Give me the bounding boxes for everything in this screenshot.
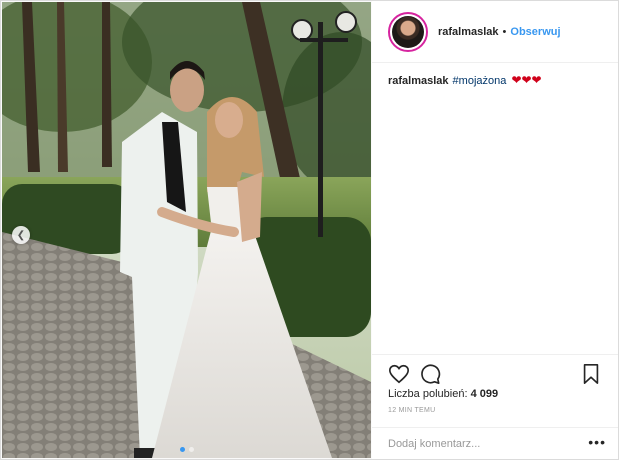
post-caption: rafalmaslak #mojażona ❤❤❤ xyxy=(388,73,608,88)
bookmark-icon[interactable] xyxy=(580,363,602,385)
action-bar xyxy=(388,363,602,387)
caption-username[interactable]: rafalmaslak xyxy=(388,75,449,87)
caption-hashtag[interactable]: #mojażona xyxy=(453,75,507,87)
likes-number: 4 099 xyxy=(470,388,499,400)
carousel-dot-active xyxy=(179,447,185,452)
header-username[interactable]: rafalmaslak xyxy=(438,26,499,38)
likes-label: Liczba polubień: xyxy=(388,388,468,400)
comment-section: ••• xyxy=(372,427,618,460)
post-header: rafalmaslak • Obserwuj xyxy=(372,1,618,63)
heart-emojis: ❤❤❤ xyxy=(511,73,542,87)
comment-icon[interactable] xyxy=(419,363,441,385)
comment-input[interactable] xyxy=(388,436,578,452)
avatar[interactable] xyxy=(388,11,428,52)
wedding-photo-illustration xyxy=(2,2,371,458)
follow-button[interactable]: Obserwuj xyxy=(510,26,560,38)
post-sidebar: rafalmaslak • Obserwuj rafalmaslak #mojaż… xyxy=(372,1,618,459)
heart-icon[interactable] xyxy=(388,363,410,385)
like-count[interactable]: Liczba polubień: 4 099 xyxy=(388,388,498,400)
carousel-prev-button[interactable]: ❮ xyxy=(12,226,30,244)
more-options-button[interactable]: ••• xyxy=(588,435,606,449)
post-timestamp[interactable]: 12 MIN TEMU xyxy=(388,407,436,414)
post-photo[interactable]: ❮ xyxy=(2,2,371,458)
chevron-left-icon: ❮ xyxy=(16,229,26,241)
post-actions: Liczba polubień: 4 099 12 MIN TEMU ••• xyxy=(372,354,618,459)
carousel-indicator xyxy=(179,447,194,452)
avatar-image xyxy=(392,15,424,48)
carousel-dot xyxy=(188,447,194,452)
header-separator: • xyxy=(502,25,507,38)
